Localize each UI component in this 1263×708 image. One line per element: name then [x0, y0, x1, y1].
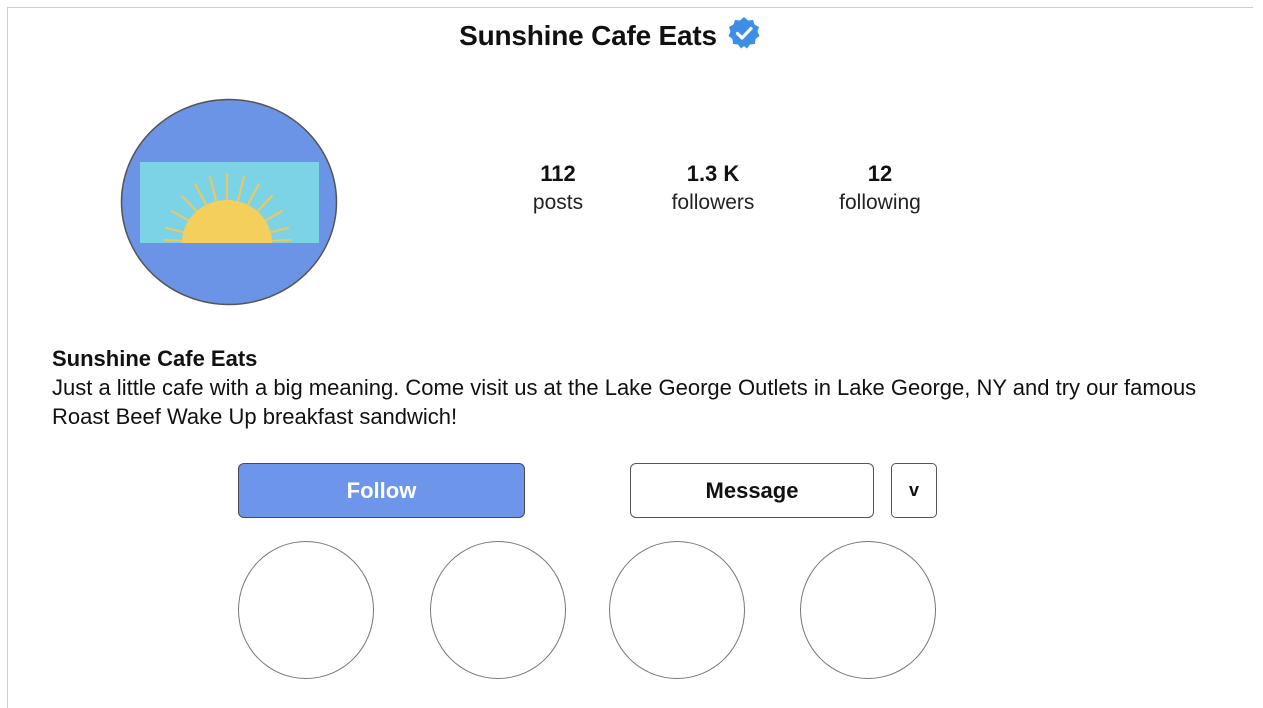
posts-count: 112 — [540, 161, 576, 186]
following-label: following — [839, 191, 921, 214]
followers-label: followers — [671, 191, 755, 214]
highlight-4[interactable] — [800, 541, 936, 679]
profile-stats: 112 posts 1.3 K followers 12 following — [0, 160, 1263, 230]
highlight-3[interactable] — [609, 541, 745, 679]
stat-posts[interactable]: 112 posts — [508, 160, 608, 218]
verified-badge-icon — [728, 17, 760, 49]
stat-following[interactable]: 12 following — [820, 160, 940, 218]
highlight-1[interactable] — [238, 541, 374, 679]
follow-button[interactable]: Follow — [238, 463, 525, 518]
more-options-dropdown[interactable]: v — [891, 463, 937, 518]
following-count: 12 — [867, 161, 893, 186]
stat-followers[interactable]: 1.3 K followers — [653, 160, 773, 218]
message-button[interactable]: Message — [630, 463, 874, 518]
bio-text: Just a little cafe with a big meaning. C… — [52, 375, 1197, 429]
bio-name: Sunshine Cafe Eats — [52, 346, 258, 371]
highlight-2[interactable] — [430, 541, 566, 679]
profile-bio: Sunshine Cafe Eats Just a little cafe wi… — [52, 344, 1232, 431]
posts-label: posts — [532, 191, 584, 214]
profile-title: Sunshine Cafe Eats — [459, 20, 717, 51]
followers-count: 1.3 K — [686, 161, 740, 186]
profile-header: Sunshine Cafe Eats — [0, 17, 1220, 52]
